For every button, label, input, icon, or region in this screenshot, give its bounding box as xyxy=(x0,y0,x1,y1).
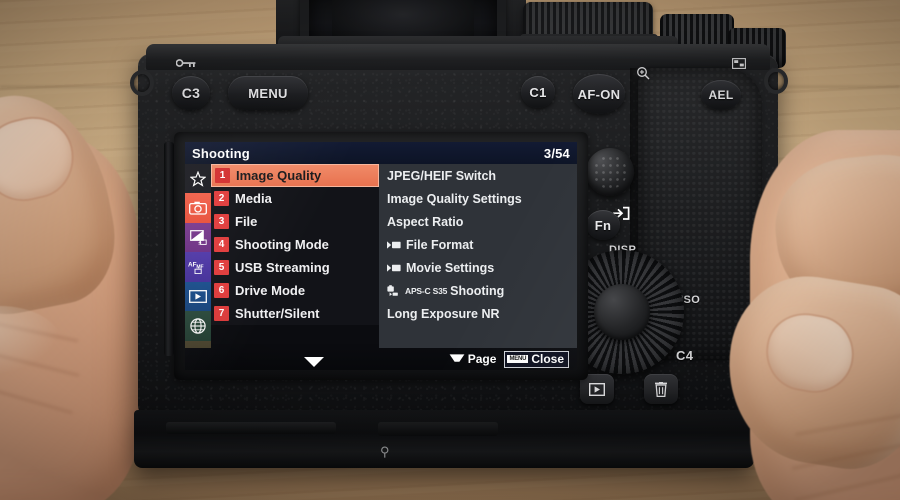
scene: S&Q C3 MENU C1 AF-ON AEL xyxy=(0,0,900,500)
vignette-overlay xyxy=(0,0,900,500)
scroll-down-indicator[interactable] xyxy=(303,355,325,370)
